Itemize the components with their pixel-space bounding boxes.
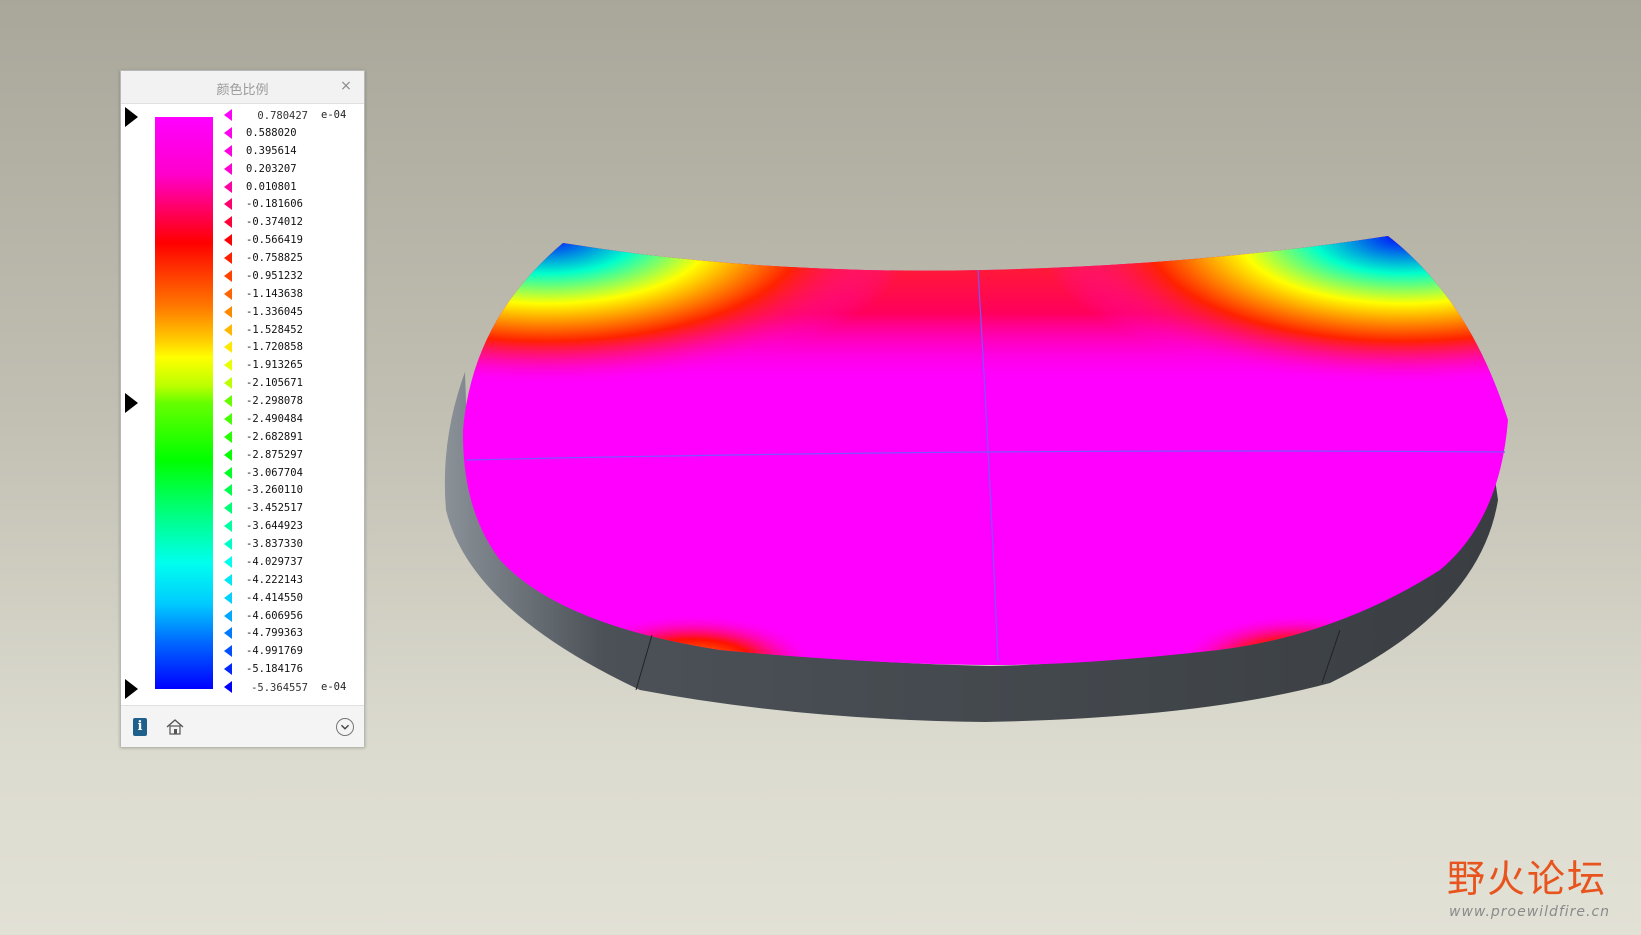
scale-tick[interactable] — [224, 359, 232, 372]
scale-tick[interactable] — [224, 162, 232, 175]
scale-value-label: -1.143638 — [246, 287, 303, 300]
scale-tick[interactable] — [224, 538, 232, 550]
home-icon[interactable] — [165, 718, 185, 736]
scale-tick[interactable] — [224, 663, 232, 676]
scale-value-label: 0.203207 — [246, 162, 297, 175]
scale-tick[interactable] — [224, 681, 232, 693]
scale-value-label: -4.414550 — [246, 591, 303, 604]
scale-value-label: -0.951232 — [246, 269, 303, 282]
scale-tick[interactable] — [224, 627, 232, 640]
scale-value-label: -3.837330 — [246, 538, 303, 550]
scale-tick[interactable] — [224, 377, 232, 390]
scale-value-label: -4.222143 — [246, 573, 303, 586]
scale-tick[interactable] — [224, 502, 232, 515]
min-value-field[interactable]: -5.364557 — [239, 679, 315, 696]
scale-value-label: -1.720858 — [246, 341, 303, 354]
scale-tick[interactable] — [224, 341, 232, 354]
scale-value-label: -4.991769 — [246, 645, 303, 658]
watermark-url: www.proewildfire.cn — [1449, 904, 1611, 920]
scale-value-label: -1.528452 — [246, 323, 303, 336]
scale-value-label: -2.682891 — [246, 430, 303, 443]
scale-tick[interactable] — [224, 484, 232, 497]
scale-tick[interactable] — [224, 180, 232, 193]
scale-value-label: -2.105671 — [246, 377, 303, 390]
scale-tick[interactable] — [224, 466, 232, 479]
scale-tick[interactable] — [224, 412, 232, 425]
scale-value-label: -0.181606 — [246, 198, 303, 211]
scale-tick[interactable] — [224, 573, 232, 586]
scale-tick[interactable] — [224, 430, 232, 443]
scale-value-label: 0.395614 — [246, 144, 297, 157]
scale-value-label: -0.566419 — [246, 234, 303, 247]
scale-value-label: -4.029737 — [246, 555, 303, 568]
scale-tick[interactable] — [224, 144, 232, 157]
info-icon[interactable]: i — [133, 718, 147, 736]
scale-tick[interactable] — [224, 645, 232, 658]
scale-tick[interactable] — [224, 287, 232, 300]
scale-value-label: -1.913265 — [246, 359, 303, 372]
scale-tick[interactable] — [224, 109, 232, 121]
scale-value-label: -0.374012 — [246, 216, 303, 229]
scale-tick[interactable] — [224, 252, 232, 264]
exponent-top: e-04 — [321, 109, 347, 121]
scale-value-label: -3.260110 — [246, 484, 303, 497]
max-value-field[interactable]: 0.780427 — [239, 107, 315, 124]
scale-tick[interactable] — [224, 216, 232, 229]
scale-tick[interactable] — [224, 126, 232, 139]
scale-tick[interactable] — [224, 395, 232, 407]
scale-value-label: -3.452517 — [246, 502, 303, 515]
scale-value-label: -3.067704 — [246, 466, 303, 479]
scale-tick[interactable] — [224, 520, 232, 533]
scale-tick[interactable] — [224, 269, 232, 282]
scale-tick[interactable] — [224, 198, 232, 211]
scale-marker-top[interactable] — [125, 107, 138, 127]
scale-value-label: -2.298078 — [246, 395, 303, 407]
scale-value-label: -0.758825 — [246, 252, 303, 264]
chevron-down-icon[interactable] — [336, 718, 354, 736]
watermark-text: 野火论坛 — [1447, 857, 1608, 901]
scale-value-label: -1.336045 — [246, 305, 303, 318]
scale-value-label: 0.010801 — [246, 180, 297, 193]
scale-value-label: -5.184176 — [246, 663, 303, 676]
scale-tick[interactable] — [224, 591, 232, 604]
scale-value-label: -3.644923 — [246, 520, 303, 533]
close-icon[interactable]: × — [338, 78, 354, 94]
scale-marker-middle[interactable] — [125, 393, 138, 413]
panel-title: 颜色比例 — [216, 83, 269, 98]
scale-value-label: -4.799363 — [246, 627, 303, 640]
color-scale-panel: 颜色比例 × 0.780427 e-04 0.588020 0.395614 0.2… — [120, 70, 365, 747]
watermark-logo: 野火论坛 www.proewildfire.cn — [1447, 848, 1632, 928]
scale-tick[interactable] — [224, 609, 232, 622]
panel-title-bar: 颜色比例 × — [121, 71, 364, 104]
scale-tick[interactable] — [224, 323, 232, 336]
scale-tick[interactable] — [224, 234, 232, 247]
scale-marker-bottom[interactable] — [125, 679, 138, 699]
scale-tick[interactable] — [224, 448, 232, 461]
scale-value-label: -2.490484 — [246, 412, 303, 425]
scale-value-label: -4.606956 — [246, 609, 303, 622]
exponent-bottom: e-04 — [321, 681, 347, 693]
panel-footer: i — [121, 705, 364, 747]
scale-value-label: 0.588020 — [246, 126, 297, 139]
scale-value-label: -2.875297 — [246, 448, 303, 461]
scale-tick[interactable] — [224, 305, 232, 318]
scale-tick[interactable] — [224, 555, 232, 568]
color-scale-bar — [155, 117, 213, 689]
